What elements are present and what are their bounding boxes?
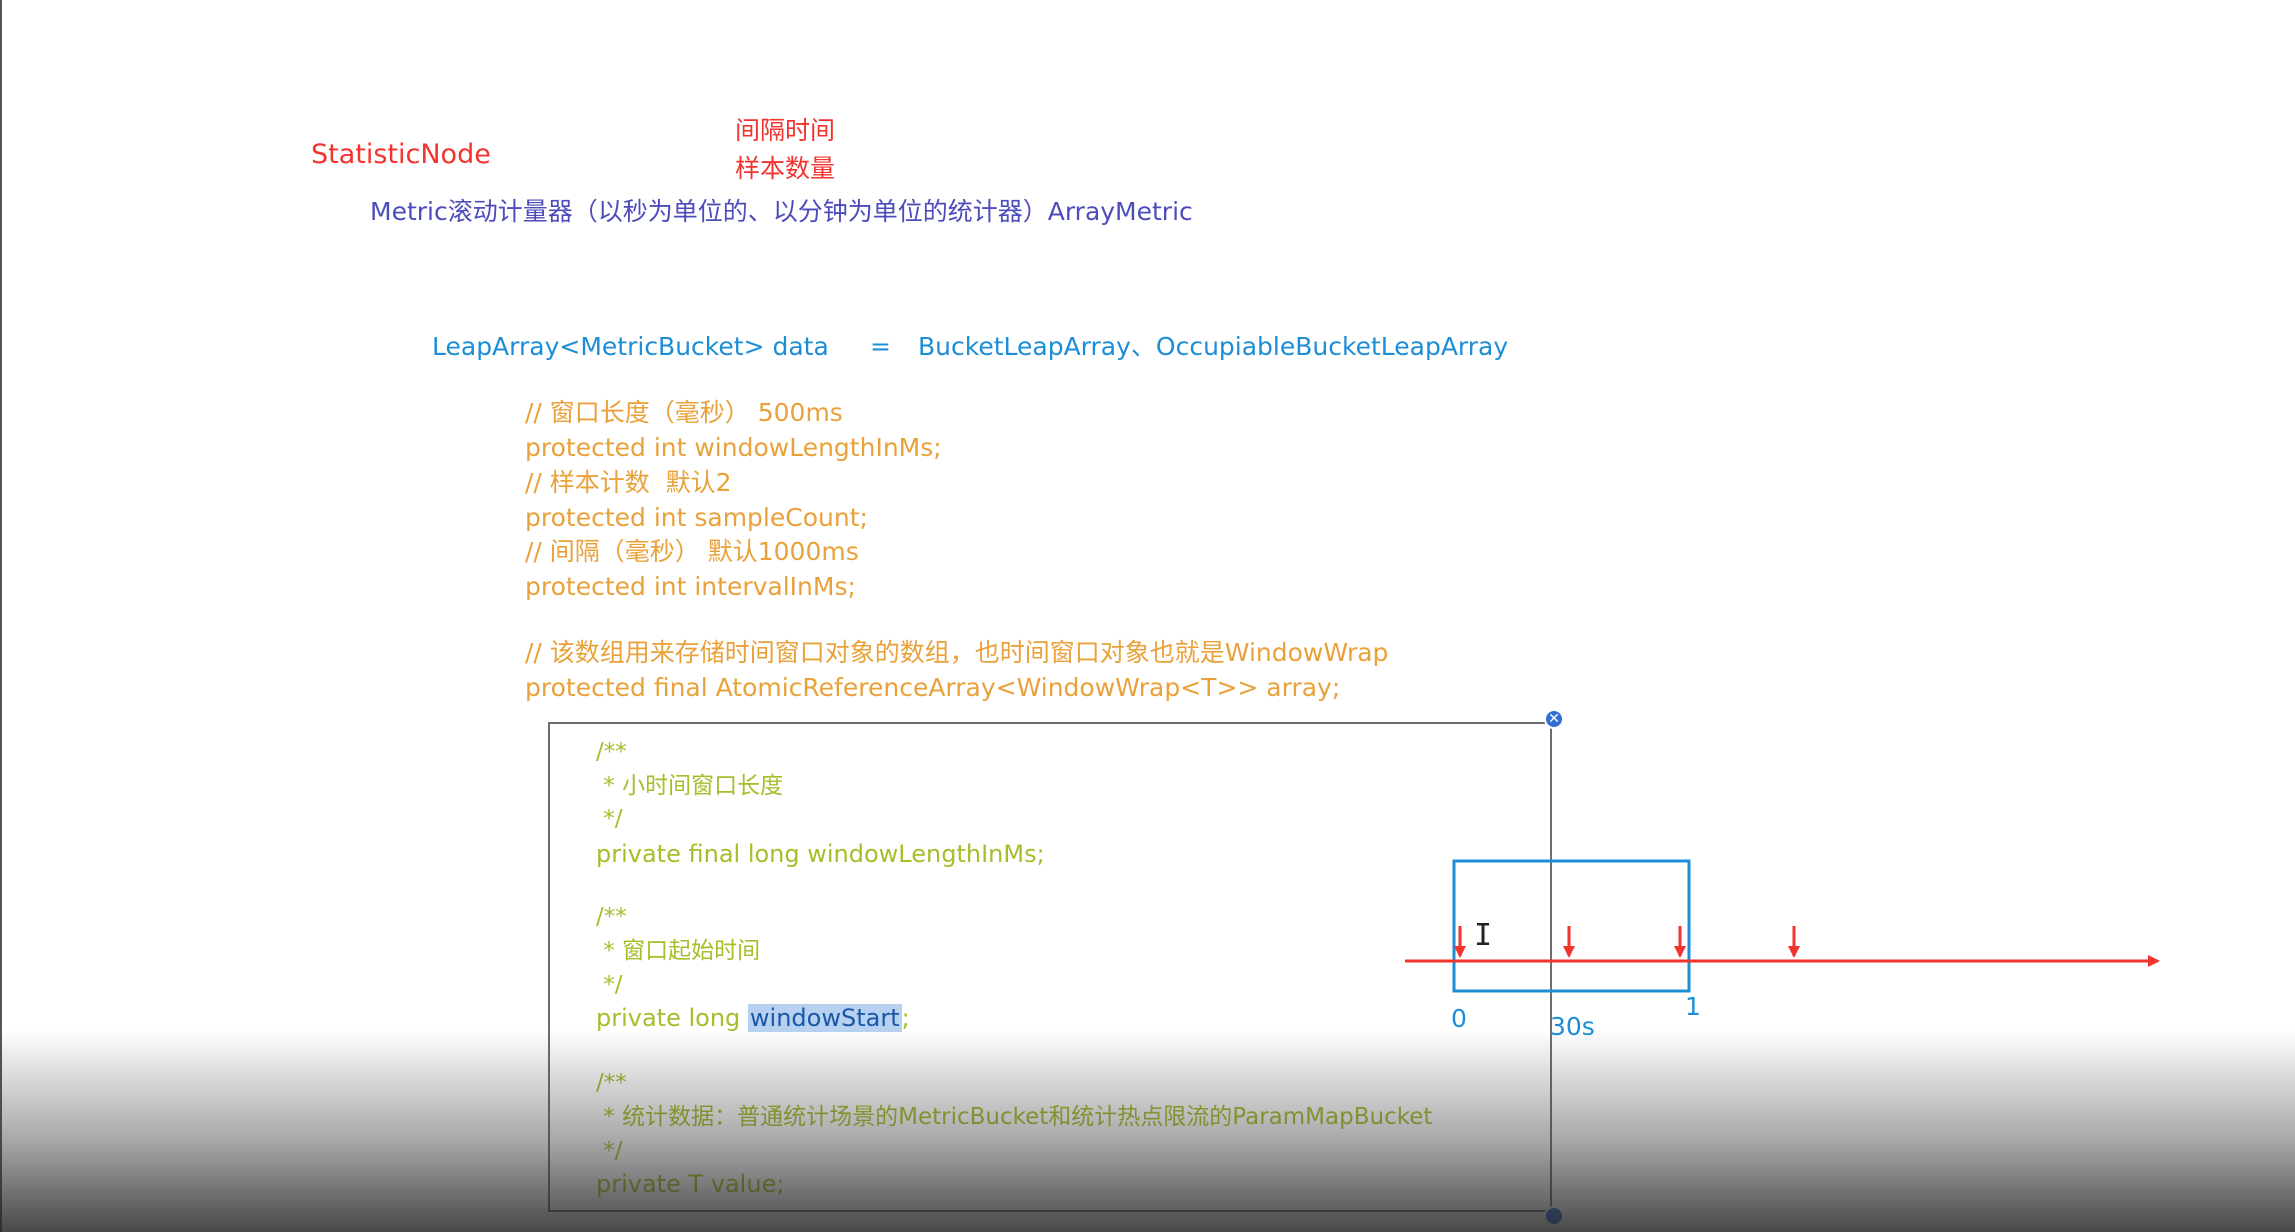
code-comment-value: * 统计数据：普通统计场景的MetricBucket和统计热点限流的ParamM… [596,1104,1433,1130]
note-interval: 间隔时间 [735,116,836,145]
comment-sample-count: // 样本计数 默认2 [525,468,732,497]
timeline-label-start: 0 [1451,1004,1467,1033]
leap-array-impls: BucketLeapArray、OccupiableBucketLeapArra… [918,332,1509,361]
equals-sign: = [870,332,891,361]
code-comment-close: */ [596,1138,623,1164]
code-field-window-length: private final long windowLengthInMs; [596,840,1045,868]
note-sample-count: 样本数量 [735,154,836,183]
time-window-diagram [1405,859,2160,993]
code-comment-open: /** [596,739,627,765]
field-interval: protected int intervalInMs; [525,572,856,601]
comment-window-length: // 窗口长度（毫秒） 500ms [525,398,843,427]
code-comment-close: */ [596,806,623,832]
code-comment-open: /** [596,904,627,930]
metric-line: Metric滚动计量器（以秒为单位的、以分钟为单位的统计器）ArrayMetri… [370,197,1193,226]
code-field-suffix: ; [901,1004,910,1032]
left-edge-bar [0,0,2,1232]
code-comment-open: /** [596,1070,627,1096]
code-comment-window-length: * 小时间窗口长度 [596,773,784,799]
comment-array: // 该数组用来存储时间窗口对象的数组，也时间窗口对象也就是WindowWrap [525,638,1389,667]
statistic-node-label: StatisticNode [311,139,491,170]
timeline-label-mid: 30s [1550,1012,1595,1041]
timeline-label-end: 1 [1685,992,1701,1021]
field-window-length: protected int windowLengthInMs; [525,433,942,462]
code-field-prefix: private long [596,1004,748,1032]
code-comment-close: */ [596,972,623,998]
selected-text-windowstart[interactable]: windowStart [747,1004,902,1032]
close-handle-icon[interactable]: ✕ [1544,709,1564,729]
resize-handle-icon[interactable] [1544,1206,1564,1226]
comment-interval: // 间隔（毫秒） 默认1000ms [525,537,859,566]
code-field-window-start: private long windowStart; [596,1004,910,1032]
field-array: protected final AtomicReferenceArray<Win… [525,673,1341,702]
code-comment-window-start: * 窗口起始时间 [596,938,761,964]
sample-marker-arrows [1454,926,1800,958]
field-sample-count: protected int sampleCount; [525,503,868,532]
code-field-value: private T value; [596,1170,785,1198]
leap-array-decl: LeapArray<MetricBucket> data [432,332,829,361]
text-cursor-icon: I [1474,918,1493,953]
